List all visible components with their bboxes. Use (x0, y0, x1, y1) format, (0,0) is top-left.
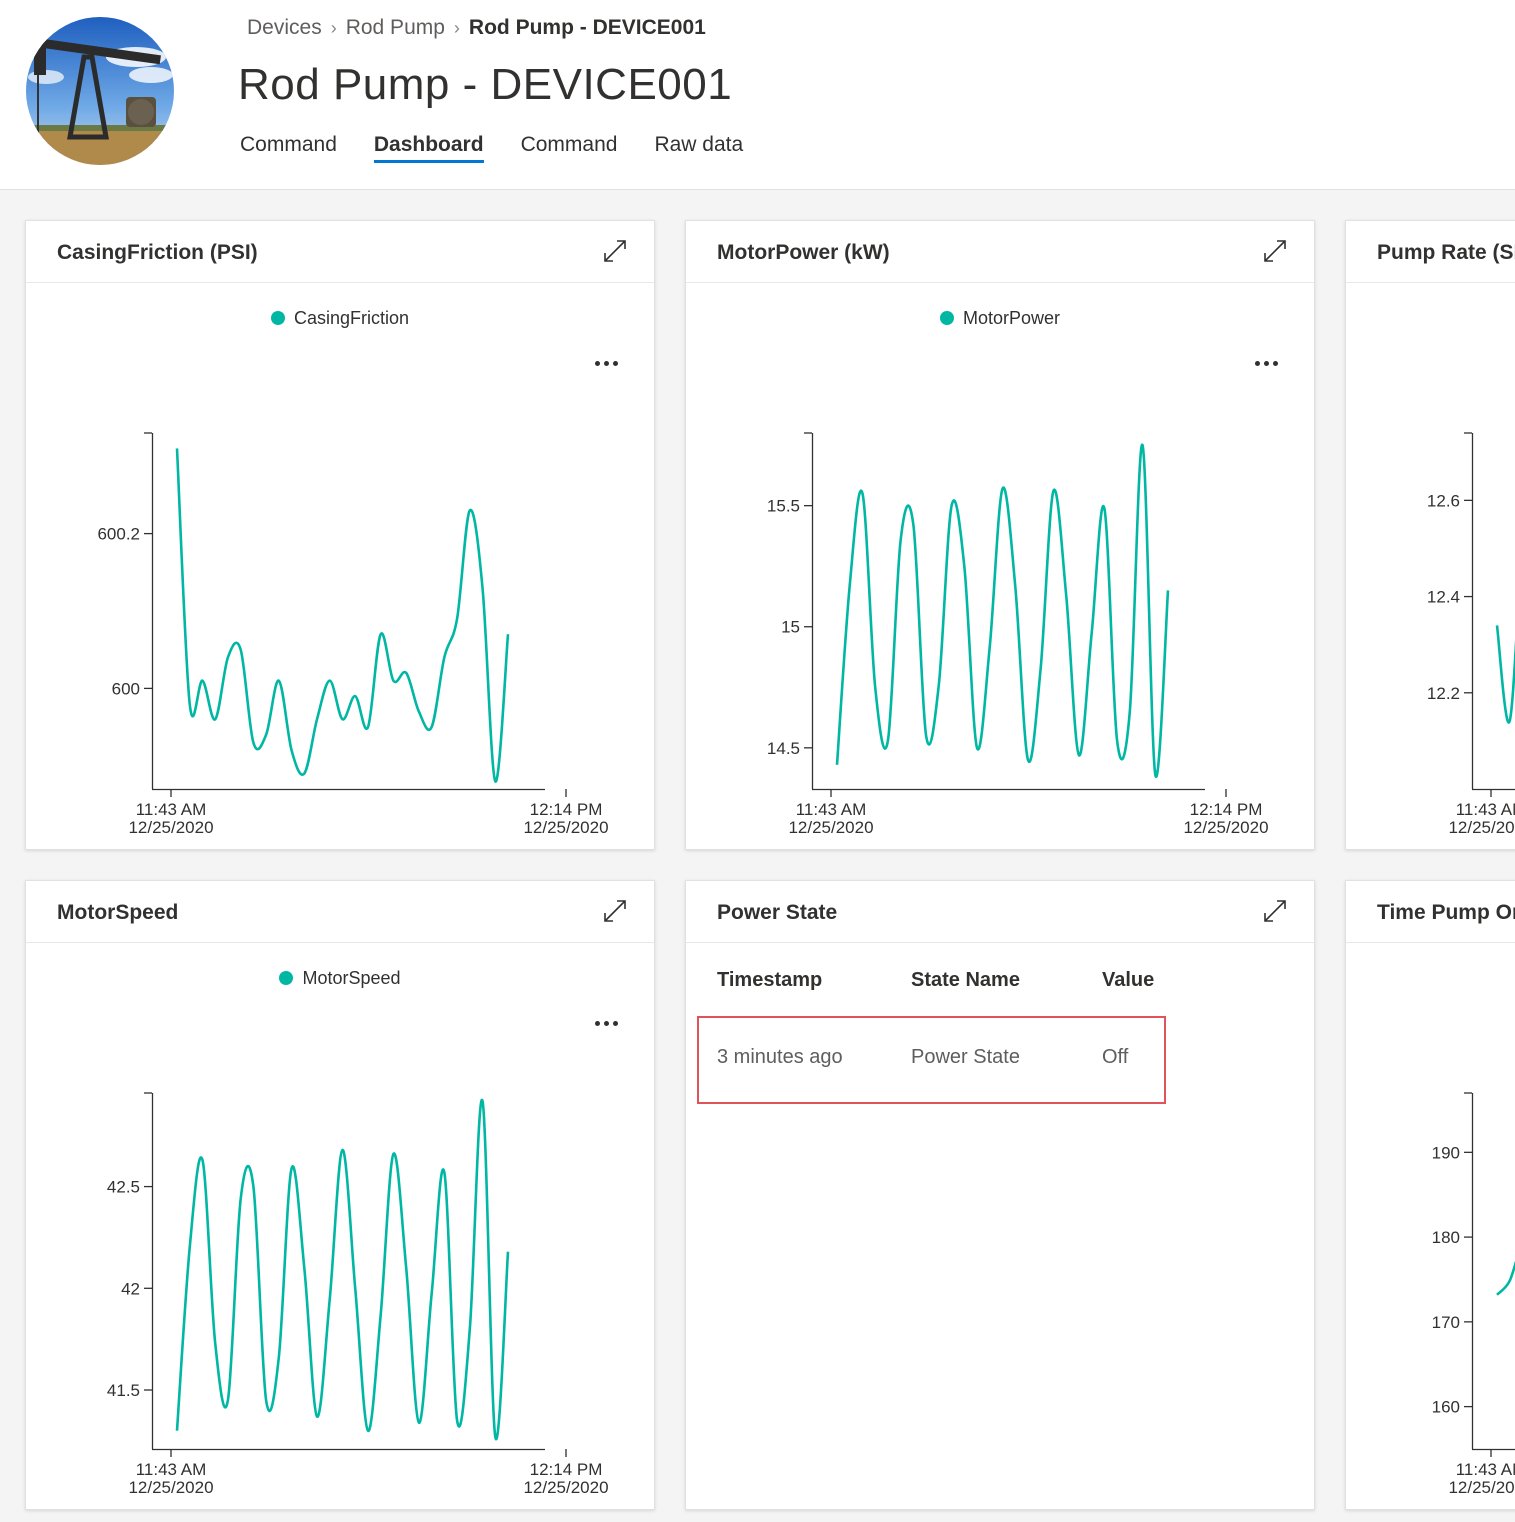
column-value: Value (1102, 969, 1155, 991)
motor-power-card: MotorPower (kW) MotorPower 14.5 15 15.5 11:… (685, 220, 1315, 850)
y-tick-label: 12.6 (1427, 491, 1460, 510)
y-tick-label: 12.4 (1427, 588, 1460, 607)
tab-raw-data[interactable]: Raw data (654, 133, 743, 171)
y-tick-label: 42 (121, 1279, 140, 1298)
y-tick-label: 42.5 (107, 1178, 140, 1197)
highlight-box (697, 1016, 1166, 1104)
x-tick-date-label: 12/25/2020 (128, 818, 213, 837)
y-tick-label: 15.5 (767, 497, 800, 516)
y-tick-label: 15 (781, 618, 800, 637)
time-pump-on-chart: 160 170 180 190 11:43 AM12/25/2020 (1432, 1092, 1515, 1497)
casing-friction-chart: 600600.211:43 AM12/25/202012:14 PM12/25/… (97, 432, 609, 837)
x-tick-date-label: 12/25/2020 (128, 1478, 213, 1497)
x-tick-label: 11:43 AM (1456, 800, 1515, 819)
x-tick-label: 12:14 PM (530, 800, 603, 819)
motor-speed-card: MotorSpeed MotorSpeed 41.5 42 42.5 11:43 AM… (25, 880, 655, 1510)
column-timestamp: Timestamp (717, 969, 823, 991)
expand-icon[interactable] (1262, 898, 1288, 924)
breadcrumb-devices[interactable]: Devices (247, 16, 322, 40)
x-tick-label: 11:43 AM (136, 800, 207, 819)
card-title: Power State (717, 901, 838, 924)
x-tick-label: 11:43 AM (136, 1460, 207, 1479)
series-line (175, 1098, 510, 1441)
x-tick-date-label: 12/25/2020 (1448, 1478, 1515, 1497)
breadcrumb: Devices › Rod Pump › Rod Pump - DEVICE00… (247, 16, 706, 40)
power-state-card: Power State Timestamp State Name Value 3… (685, 880, 1315, 1510)
pumpjack-image (26, 17, 174, 165)
x-tick-date-label: 12/25/2020 (1183, 818, 1268, 837)
x-tick-label: 12:14 PM (1190, 800, 1263, 819)
breadcrumb-current: Rod Pump - DEVICE001 (468, 16, 706, 39)
series-line (1495, 625, 1515, 724)
card-header: Power State (686, 881, 1314, 943)
device-header: Devices › Rod Pump › Rod Pump - DEVICE00… (0, 0, 1515, 190)
x-tick-date-label: 12/25/2020 (1448, 818, 1515, 837)
tab-bar: Command Dashboard Command Raw data (240, 133, 780, 171)
y-tick-label: 600 (112, 679, 140, 698)
x-tick-label: 12:14 PM (530, 1460, 603, 1479)
motor-power-chart: 14.51515.511:43 AM12/25/202012:14 PM12/2… (767, 432, 1269, 837)
y-tick-label: 190 (1432, 1143, 1460, 1162)
series-line (1496, 1260, 1515, 1296)
x-tick-label: 11:43 AM (1456, 1460, 1515, 1479)
time-pump-on-card: Time Pump On 16017018019011:43 AM12/25/2… (1345, 880, 1515, 1510)
pump-rate-chart: 12.2 12.4 12.6 11:43 AM12/25/2020 (1427, 432, 1515, 837)
y-tick-label: 180 (1432, 1228, 1460, 1247)
casing-friction-card: CasingFriction (PSI) CasingFriction 600 6… (25, 220, 655, 850)
tab-command[interactable]: Command (240, 133, 337, 171)
page-title: Rod Pump - DEVICE001 (238, 60, 733, 109)
motor-speed-chart: 41.54242.511:43 AM12/25/202012:14 PM12/2… (107, 1092, 609, 1497)
y-tick-label: 41.5 (107, 1381, 140, 1400)
series-line (175, 448, 510, 783)
y-tick-label: 600.2 (97, 525, 140, 544)
x-tick-date-label: 12/25/2020 (788, 818, 873, 837)
y-tick-label: 160 (1432, 1398, 1460, 1417)
series-line (835, 443, 1170, 779)
x-tick-date-label: 12/25/2020 (523, 1478, 608, 1497)
y-tick-label: 14.5 (767, 739, 800, 758)
tab-command-2[interactable]: Command (521, 133, 618, 171)
x-tick-date-label: 12/25/2020 (523, 818, 608, 837)
column-state-name: State Name (911, 969, 1020, 991)
breadcrumb-rod-pump[interactable]: Rod Pump (346, 16, 445, 40)
pump-rate-card: Pump Rate (SPI 12.212.412.611:43 AM12/25… (1345, 220, 1515, 850)
chevron-right-icon: › (453, 17, 460, 38)
device-avatar (26, 17, 174, 165)
chevron-right-icon: › (330, 17, 337, 38)
tab-dashboard[interactable]: Dashboard (373, 133, 484, 171)
y-tick-label: 170 (1432, 1313, 1460, 1332)
x-tick-label: 11:43 AM (796, 800, 867, 819)
y-tick-label: 12.2 (1427, 684, 1460, 703)
